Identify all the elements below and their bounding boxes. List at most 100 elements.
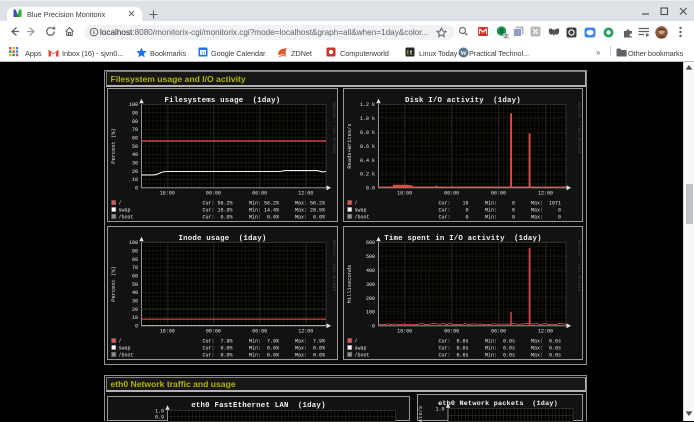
- svg-text:Time spent in I/O activity (1: Time spent in I/O activity (1day): [384, 235, 542, 243]
- svg-text:Min: 0: Min: 0: [485, 214, 515, 220]
- svg-text:Cur: 18.9%: Cur: 18.9%: [202, 207, 232, 213]
- svg-text:Packets/s: Packets/s: [418, 405, 424, 421]
- svg-text:Cur: 0.0s: Cur: 0.0s: [438, 352, 468, 358]
- svg-text:Disk I/O activity (1day): Disk I/O activity (1day): [405, 97, 521, 105]
- svg-text:Cur: 0.0%: Cur: 0.0%: [202, 345, 232, 351]
- svg-text:00:00: 00:00: [444, 328, 459, 334]
- svg-text:Max: 56.2%: Max: 56.2%: [295, 200, 325, 206]
- svg-text:50: 50: [132, 143, 138, 149]
- svg-text:Cur: 16: Cur: 16: [438, 200, 468, 206]
- svg-text:10: 10: [132, 315, 138, 321]
- svg-text:Cur: 0.0s: Cur: 0.0s: [438, 345, 468, 351]
- svg-text:80: 80: [132, 118, 138, 124]
- svg-text:Cur: 56.2%: Cur: 56.2%: [202, 200, 232, 206]
- svg-text:Max: 0.0s: Max: 0.0s: [531, 345, 561, 351]
- svg-text:Cur: 0: Cur: 0: [438, 207, 468, 213]
- svg-text:0: 0: [135, 323, 138, 329]
- svg-text:Max: 0.0%: Max: 0.0%: [295, 214, 325, 220]
- svg-text:0: 0: [372, 323, 375, 329]
- svg-text:90: 90: [132, 110, 138, 116]
- svg-text:Max: 1071: Max: 1071: [531, 200, 561, 206]
- svg-text:12:00: 12:00: [538, 328, 553, 334]
- svg-text:Reads+Writes/s: Reads+Writes/s: [347, 123, 353, 168]
- svg-text:10: 10: [132, 177, 138, 183]
- svg-text:500: 500: [366, 254, 375, 260]
- svg-text:Min: 14.4%: Min: 14.4%: [249, 207, 279, 213]
- svg-text:20: 20: [132, 306, 138, 312]
- svg-text:Max: 0.0%: Max: 0.0%: [295, 345, 325, 351]
- svg-text:1.2 k: 1.2 k: [360, 102, 375, 108]
- svg-text:12:00: 12:00: [298, 328, 313, 334]
- svg-text:Max: 0: Max: 0: [531, 207, 561, 213]
- svg-text:Min: 0.0s: Min: 0.0s: [485, 338, 515, 344]
- svg-text:0: 0: [135, 185, 138, 191]
- svg-text:Cur: 7.9%: Cur: 7.9%: [202, 338, 232, 344]
- svg-text:/boot: /boot: [355, 214, 370, 220]
- svg-text:06:00: 06:00: [252, 328, 267, 334]
- svg-text:18:00: 18:00: [397, 328, 412, 334]
- svg-text:RRDTOOL / TOBI OETIKER: RRDTOOL / TOBI OETIKER: [331, 102, 336, 153]
- svg-text:eth0 FastEthernet LAN (1day): eth0 FastEthernet LAN (1day): [191, 402, 325, 410]
- svg-text:100: 100: [366, 309, 375, 315]
- svg-text:/: /: [119, 200, 122, 206]
- svg-text:/: /: [119, 338, 122, 344]
- svg-text:RRDTOOL / TOBI OETIKER: RRDTOOL / TOBI OETIKER: [576, 240, 581, 291]
- svg-text:Min: 6: Min: 6: [485, 200, 515, 206]
- svg-text:18:00: 18:00: [160, 190, 175, 196]
- svg-text:RRDTOOL / TOBI OETIKER: RRDTOOL / TOBI OETIKER: [331, 240, 336, 291]
- svg-text:06:00: 06:00: [252, 190, 267, 196]
- svg-text:00:00: 00:00: [206, 328, 221, 334]
- svg-text:Min: 0.0s: Min: 0.0s: [485, 345, 515, 351]
- svg-text:Milliseconds: Milliseconds: [347, 264, 353, 303]
- svg-text:20: 20: [132, 168, 138, 174]
- svg-text:/boot: /boot: [119, 352, 134, 358]
- svg-text:70: 70: [132, 265, 138, 271]
- svg-text:12:00: 12:00: [298, 190, 313, 196]
- svg-text:600: 600: [366, 240, 375, 246]
- svg-text:Max: 0.6s: Max: 0.6s: [531, 338, 561, 344]
- svg-text:1.0 k: 1.0 k: [360, 116, 375, 122]
- svg-text:Cur: 0.0s: Cur: 0.0s: [438, 338, 468, 344]
- svg-text:0.8 k: 0.8 k: [360, 129, 375, 135]
- svg-text:0.0: 0.0: [366, 185, 375, 191]
- svg-text:40: 40: [132, 290, 138, 296]
- svg-text:Min: 7.9%: Min: 7.9%: [249, 338, 279, 344]
- svg-text:/boot: /boot: [119, 214, 134, 220]
- svg-text:00:00: 00:00: [444, 190, 459, 196]
- svg-text:swap: swap: [119, 345, 131, 351]
- svg-text:Min: 0: Min: 0: [485, 207, 515, 213]
- svg-text:200: 200: [366, 295, 375, 301]
- svg-text:18:00: 18:00: [160, 328, 175, 334]
- svg-text:swap: swap: [119, 207, 131, 213]
- svg-text:/boot: /boot: [355, 352, 370, 358]
- svg-text:0.4 k: 0.4 k: [360, 157, 375, 163]
- svg-text:W: W: [460, 50, 467, 57]
- svg-text:Percent (%): Percent (%): [111, 266, 117, 302]
- svg-text:Max: 20.5%: Max: 20.5%: [295, 207, 325, 213]
- svg-text:31: 31: [200, 51, 206, 56]
- svg-text:eth0 Network packets (1day): eth0 Network packets (1day): [438, 400, 558, 408]
- svg-text:Max: 0.0%: Max: 0.0%: [295, 352, 325, 358]
- svg-text:30: 30: [132, 160, 138, 166]
- svg-text:00:00: 00:00: [206, 190, 221, 196]
- svg-text:Inode usage (1day): Inode usage (1day): [178, 235, 266, 243]
- svg-text:90: 90: [132, 248, 138, 254]
- svg-text:Min: 56.2%: Min: 56.2%: [249, 200, 279, 206]
- svg-text:06:00: 06:00: [491, 328, 506, 334]
- svg-text:0.6 k: 0.6 k: [360, 143, 375, 149]
- svg-text:Filesystems usage (1day): Filesystems usage (1day): [165, 97, 281, 105]
- svg-text:50: 50: [132, 281, 138, 287]
- svg-text:RRDTOOL / TOBI OETIKER: RRDTOOL / TOBI OETIKER: [576, 102, 581, 153]
- svg-text:300: 300: [366, 281, 375, 287]
- svg-text:Min: 0.0%: Min: 0.0%: [249, 214, 279, 220]
- svg-text:/: /: [355, 338, 358, 344]
- svg-text:06:00: 06:00: [491, 190, 506, 196]
- svg-text:40: 40: [132, 152, 138, 158]
- svg-text:80: 80: [132, 256, 138, 262]
- svg-text:Cur: 0.0%: Cur: 0.0%: [202, 352, 232, 358]
- svg-text:Max: 0: Max: 0: [531, 214, 561, 220]
- svg-text:swap: swap: [355, 207, 367, 213]
- svg-text:400: 400: [366, 267, 375, 273]
- svg-text:30: 30: [132, 298, 138, 304]
- svg-text:Percent (%): Percent (%): [111, 128, 117, 164]
